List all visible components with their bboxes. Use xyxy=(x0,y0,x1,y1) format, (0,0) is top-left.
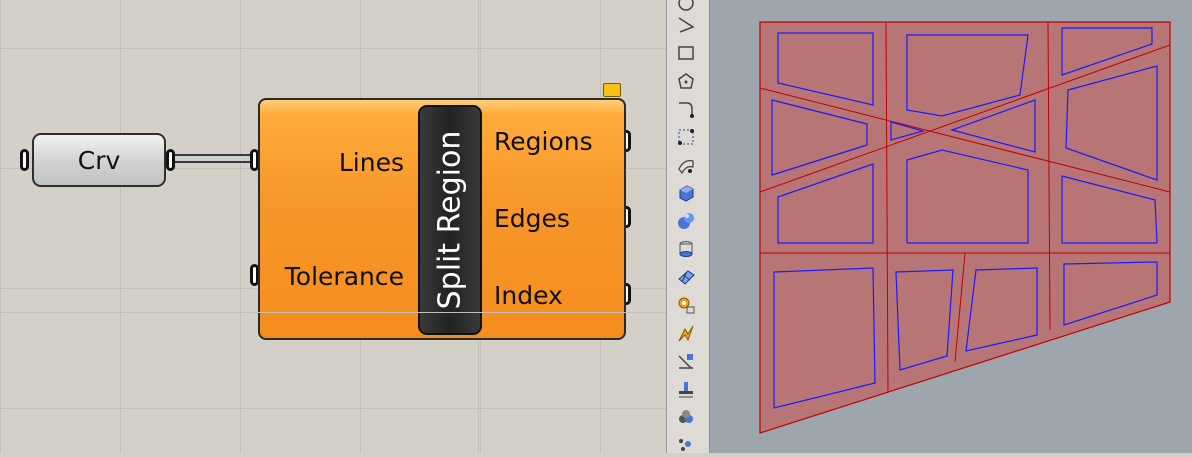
crv-output-grip[interactable] xyxy=(166,149,175,171)
polyline-tool-icon[interactable] xyxy=(675,14,697,36)
annotation-tool-icon[interactable] xyxy=(675,378,697,400)
dimension-tool-icon[interactable] xyxy=(675,350,697,372)
control-point-curve-icon[interactable] xyxy=(675,126,697,148)
message-balloon-icon[interactable] xyxy=(603,83,621,97)
viewport-geometry xyxy=(759,21,1171,434)
crv-parameter-node[interactable]: Crv xyxy=(32,133,166,187)
curve-fillet-tool-icon[interactable] xyxy=(675,98,697,120)
analyze-lightning-icon[interactable] xyxy=(675,322,697,344)
component-name-plate: Split Region xyxy=(418,105,482,335)
rhino-sidebar-toolbar xyxy=(666,0,710,453)
component-title: Split Region xyxy=(432,130,468,310)
mesh-surface-icon[interactable] xyxy=(675,266,697,288)
box-tool-icon[interactable] xyxy=(675,182,697,204)
crv-node-label: Crv xyxy=(77,145,121,175)
wire-crv-to-lines xyxy=(172,154,256,163)
region-boundary xyxy=(759,21,1171,434)
output-label-edges: Edges xyxy=(494,204,570,233)
rhino-viewport[interactable] xyxy=(710,0,1192,453)
sphere-tool-icon[interactable] xyxy=(675,210,697,232)
surface-from-curves-icon[interactable] xyxy=(675,154,697,176)
cylinder-tool-icon[interactable] xyxy=(675,238,697,260)
output-label-regions: Regions xyxy=(494,127,593,156)
cog-puzzle-icon[interactable] xyxy=(675,294,697,316)
circle-tool-icon[interactable] xyxy=(675,0,697,14)
input-label-lines: Lines xyxy=(338,148,404,177)
polygon-tool-icon[interactable] xyxy=(675,70,697,92)
crv-input-grip[interactable] xyxy=(20,149,29,171)
grasshopper-canvas[interactable]: Crv Lines Tolerance Split Region Regions… xyxy=(0,0,666,453)
render-color-icon[interactable] xyxy=(675,406,697,428)
rectangle-tool-icon[interactable] xyxy=(675,42,697,64)
output-label-index: Index xyxy=(494,281,563,310)
input-label-tolerance: Tolerance xyxy=(284,262,404,291)
split-region-component[interactable]: Lines Tolerance Split Region Regions Edg… xyxy=(258,98,626,340)
